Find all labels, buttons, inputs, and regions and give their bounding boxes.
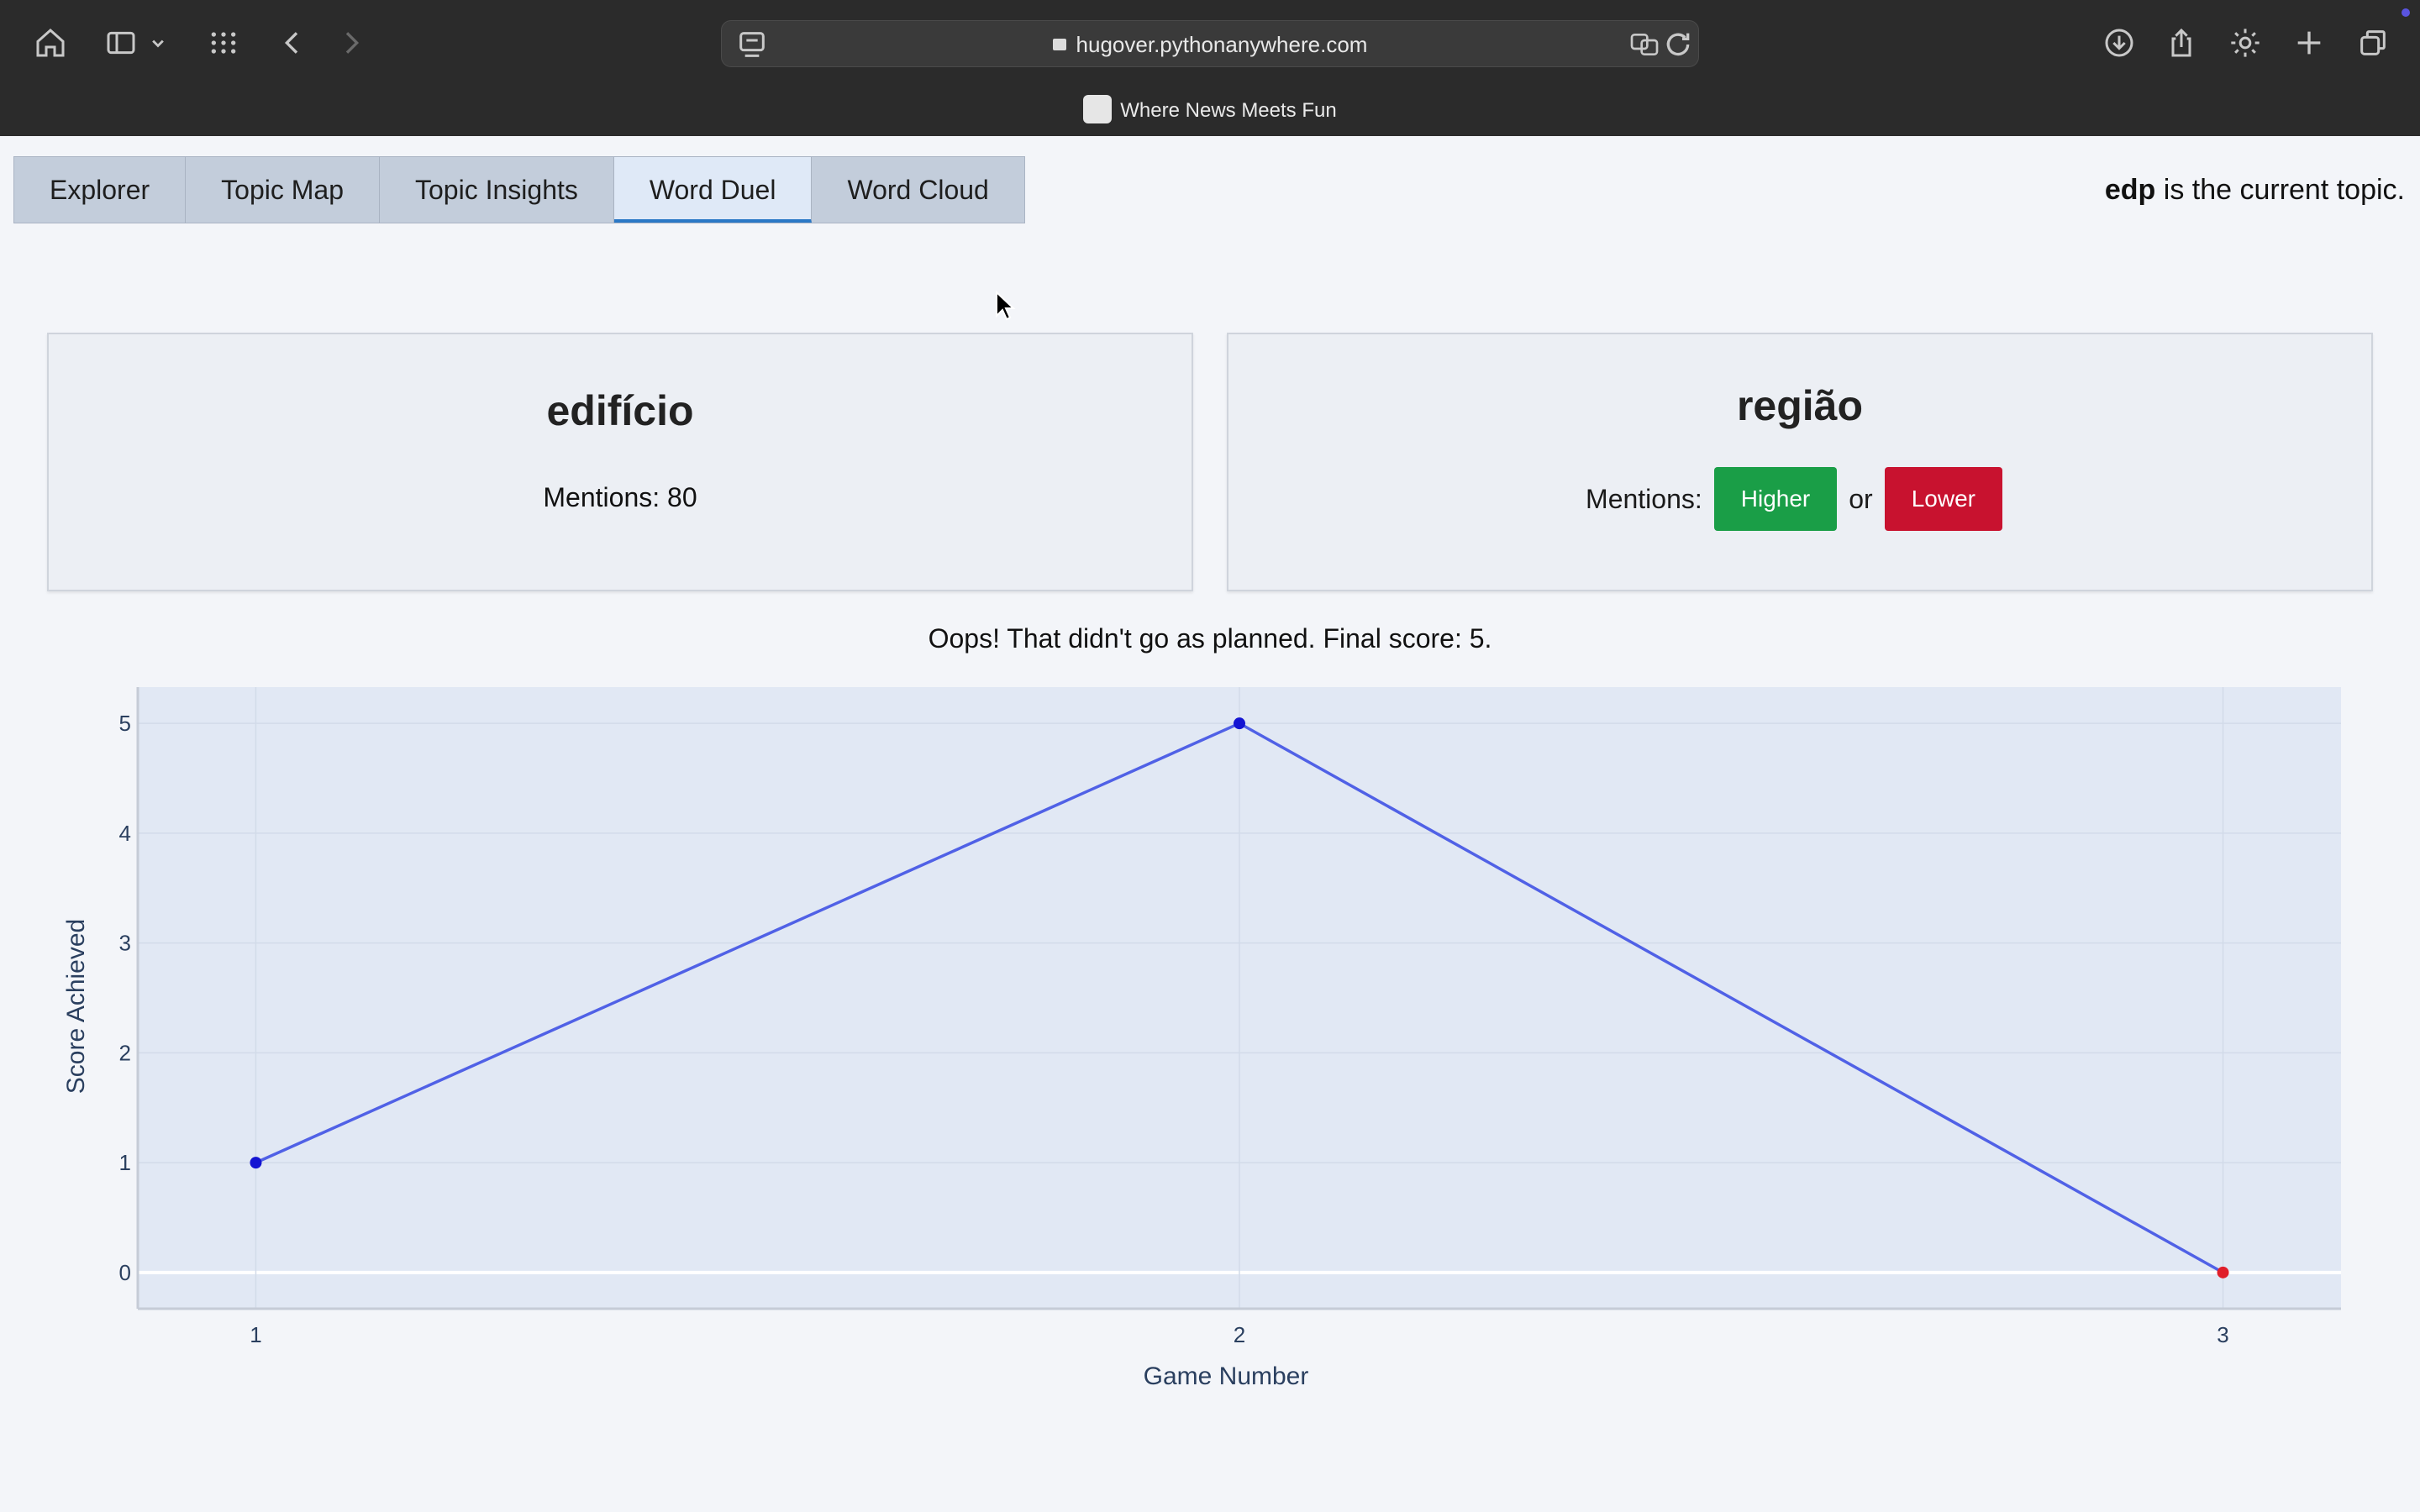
or-label: or (1849, 483, 1873, 514)
download-icon[interactable] (2097, 21, 2141, 65)
forward-icon[interactable] (329, 21, 373, 65)
gear-icon[interactable] (2223, 21, 2267, 65)
y-tick-label: 5 (119, 711, 131, 736)
grid-icon[interactable] (202, 21, 245, 65)
topic-name: edp (2104, 174, 2156, 206)
address-bar[interactable]: hugover.pythonanywhere.com (721, 20, 1699, 67)
higher-button[interactable]: Higher (1713, 467, 1838, 531)
browser-toolbar: hugover.pythonanywhere.com Where News Me… (0, 0, 2420, 136)
tabs-icon[interactable] (2351, 21, 2395, 65)
reload-icon[interactable] (1656, 23, 1700, 66)
y-tick-label: 0 (119, 1260, 131, 1285)
x-axis-title: Game Number (1144, 1362, 1309, 1390)
plus-icon[interactable] (2287, 21, 2331, 65)
right-word-card: região Mentions: Higher or Lower (1227, 333, 2373, 591)
tab-topic-map[interactable]: Topic Map (186, 157, 380, 223)
left-mentions: Mentions: 80 (543, 482, 697, 512)
share-icon[interactable] (2160, 21, 2203, 65)
tab-title: Where News Meets Fun (1120, 99, 1337, 122)
mentions-label: Mentions: (1586, 483, 1702, 514)
left-word-card: edifício Mentions: 80 (47, 333, 1193, 591)
tab-explorer[interactable]: Explorer (14, 157, 187, 223)
sidebar-icon[interactable] (99, 21, 143, 65)
current-topic: edp is the current topic. (2105, 156, 2405, 223)
topic-suffix: is the current topic. (2155, 174, 2405, 206)
tab-word-cloud[interactable]: Word Cloud (812, 157, 1024, 223)
browser-tab[interactable]: Where News Meets Fun (0, 94, 2420, 128)
y-tick-label: 1 (119, 1150, 131, 1175)
chevron-down-icon[interactable] (146, 21, 170, 65)
guess-row: Mentions: Higher or Lower (1228, 467, 2371, 531)
back-icon[interactable] (271, 21, 314, 65)
favicon-icon (1083, 94, 1113, 123)
y-axis-title: Score Achieved (62, 919, 90, 1094)
tab-topic-insights[interactable]: Topic Insights (380, 157, 614, 223)
lock-icon (1052, 39, 1066, 51)
data-point (250, 1157, 262, 1169)
y-tick-label: 4 (119, 821, 131, 846)
notification-dot (2402, 8, 2410, 17)
nav-tabs: Explorer Topic Map Topic Insights Word D… (13, 156, 1025, 223)
left-word: edifício (546, 387, 694, 434)
y-tick-label: 2 (119, 1040, 131, 1065)
x-tick-label: 1 (250, 1322, 261, 1347)
url-text[interactable]: hugover.pythonanywhere.com (722, 21, 1698, 68)
right-word: região (1736, 382, 1864, 429)
url-label: hugover.pythonanywhere.com (1076, 32, 1368, 57)
lower-button[interactable]: Lower (1884, 467, 2002, 531)
tab-word-duel[interactable]: Word Duel (613, 157, 813, 223)
data-point (1234, 717, 1245, 730)
x-tick-label: 2 (1234, 1322, 1245, 1347)
y-tick-label: 3 (119, 931, 131, 956)
result-message: Oops! That didn't go as planned. Final s… (928, 623, 1492, 654)
cursor-icon (996, 291, 1016, 321)
score-chart: 0 1 2 3 4 5 1 2 3 Game Number Score Achieved (62, 687, 2341, 1390)
home-icon[interactable] (29, 21, 72, 65)
x-tick-label: 3 (2217, 1322, 2228, 1347)
data-point (2217, 1266, 2229, 1278)
